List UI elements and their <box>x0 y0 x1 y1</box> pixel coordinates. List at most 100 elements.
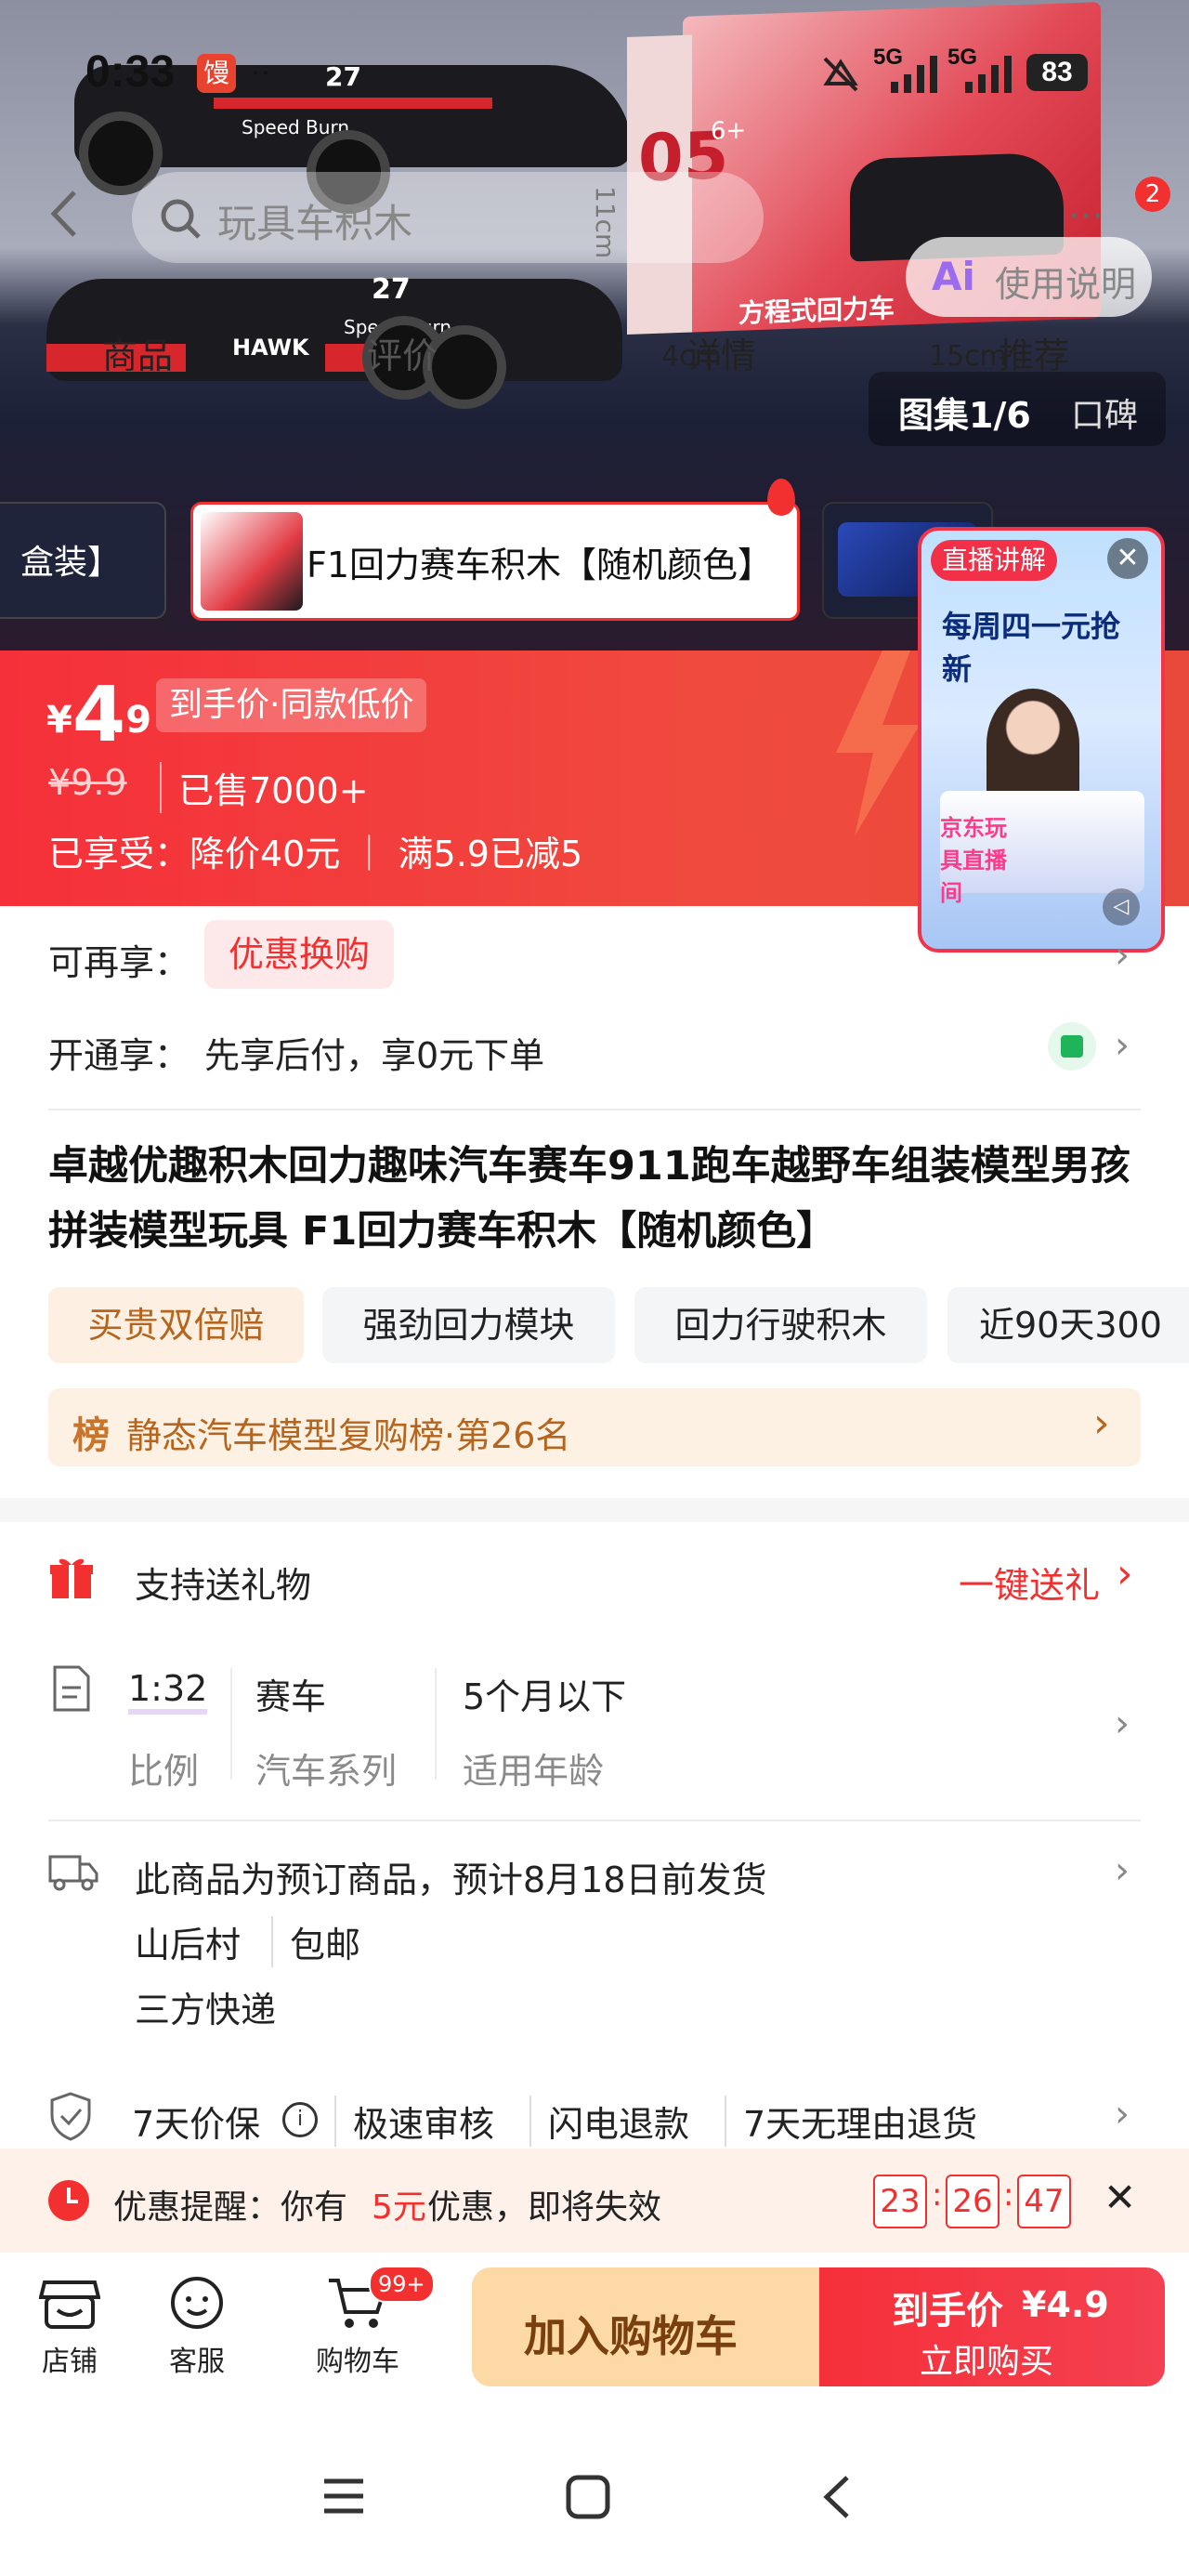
promo-paylater-text[interactable]: 先享后付，享0元下单 <box>204 1027 544 1078</box>
alert-close-icon[interactable]: ✕ <box>1104 2175 1136 2220</box>
alert-text-prefix: 优惠提醒：你有 <box>113 2188 348 2227</box>
system-nav-bar <box>0 2392 1189 2576</box>
tab-recommend[interactable]: 推荐 <box>999 327 1069 378</box>
gift-label: 支持送礼物 <box>135 1565 312 1606</box>
add-to-cart-button[interactable]: 加入购物车 <box>472 2267 819 2386</box>
countdown-seconds: 47 <box>1017 2175 1071 2228</box>
bottom-action-bar: 店铺 客服 购物车 99+ 加入购物车 到手价 ¥4.9 立即购买 <box>0 2253 1189 2392</box>
service-label: 客服 <box>169 2346 225 2378</box>
gallery-reviews-tab[interactable]: 口碑 <box>1071 388 1138 437</box>
message-badge: 2 <box>1135 177 1170 212</box>
live-close-button[interactable]: ✕ <box>1107 538 1148 579</box>
service-icon <box>171 2277 223 2329</box>
signal-icon-1 <box>891 56 937 93</box>
ranking-chevron-icon: › <box>1093 1400 1110 1447</box>
guarantee-price-protect: 7天价保 <box>132 2104 261 2145</box>
price-original: ¥9.9 <box>48 762 127 803</box>
search-bar[interactable]: 玩具车积木 <box>132 172 764 263</box>
tab-reviews[interactable]: 评价 <box>367 327 438 378</box>
cart-count-badge: 99+ <box>369 2266 435 2303</box>
back-arrow-icon <box>50 191 76 237</box>
guarantee-fast-refund: 闪电退款 <box>529 2096 689 2147</box>
customer-service-button[interactable]: 客服 <box>141 2275 253 2379</box>
variant-thumb-box[interactable]: 盒装】 <box>0 502 166 619</box>
coupon-expiry-alert[interactable]: 优惠提醒：你有 5元 优惠，即将失效 23 : 26 : 47 ✕ <box>0 2149 1189 2253</box>
live-stream-window[interactable]: 直播讲解 ✕ 每周四一元抢新 京东玩具直播间 ◁ <box>918 527 1165 953</box>
sold-count: 已售7000+ <box>160 762 369 813</box>
more-notifications-icon: ·· <box>251 54 271 87</box>
shipping-chevron-icon[interactable]: › <box>1115 1849 1130 1892</box>
promo-label-open: 开通享： <box>48 1035 190 1076</box>
ai-icon: Ai <box>932 254 975 299</box>
guarantee-7day-return: 7天无理由退货 <box>725 2096 977 2147</box>
back-nav-icon[interactable] <box>817 2474 855 2520</box>
countdown-minutes: 26 <box>946 2175 1000 2228</box>
tag-price-guarantee[interactable]: 买贵双倍赔 <box>48 1287 304 1363</box>
section-gap <box>0 1498 1189 1522</box>
car-logo-text: HAWK <box>232 335 309 361</box>
battery-indicator: 83 <box>1026 54 1088 91</box>
buy-price-label: 到手价 <box>892 2290 1003 2333</box>
discount-summary: 已享受：降价40元 ｜ 满5.9已减5 <box>48 834 583 874</box>
truck-icon <box>48 1855 98 1891</box>
price-symbol: ¥ <box>46 699 72 742</box>
mute-icon <box>823 57 858 92</box>
buy-now-button[interactable]: 到手价 ¥4.9 立即购买 <box>819 2267 1165 2386</box>
tab-product[interactable]: 商品 <box>102 327 173 378</box>
variant-label: F1回力赛车积木【随机颜色】 <box>307 545 774 585</box>
countdown-hours: 23 <box>873 2175 927 2228</box>
price-decimal: .9 <box>111 699 152 742</box>
spec-value-series: 赛车 <box>255 1676 327 1717</box>
host-avatar <box>986 689 1079 800</box>
more-menu-button[interactable]: ··· 2 <box>1068 177 1170 242</box>
app-notification-icon: 馒 <box>197 54 236 93</box>
cart-label: 购物车 <box>316 2346 399 2378</box>
spec-doc-icon <box>53 1665 90 1712</box>
shipping-free: 包邮 <box>271 1916 360 1967</box>
tag-strong-pullback[interactable]: 强劲回力模块 <box>322 1287 615 1363</box>
status-time: 0:33 <box>85 47 176 97</box>
live-mute-icon[interactable]: ◁ <box>1103 888 1140 926</box>
gallery-switch[interactable]: 图集1/6 口碑 <box>869 372 1166 446</box>
shop-button[interactable]: 店铺 <box>14 2275 125 2379</box>
status-bar: 0:33 馒 ·· 5G 5G 83 <box>0 0 1189 149</box>
recent-apps-icon[interactable] <box>320 2476 367 2517</box>
dimension-length: 15cm <box>929 340 1007 373</box>
live-headline: 每周四一元抢新 <box>942 609 1121 687</box>
promo-exchange-chip[interactable]: 优惠换购 <box>204 920 395 989</box>
tag-recent-sales[interactable]: 近90天300 <box>947 1287 1189 1363</box>
search-icon <box>161 199 201 239</box>
guarantee-fast-review: 极速审核 <box>334 2096 494 2147</box>
tab-details[interactable]: 详情 <box>686 327 756 378</box>
guarantee-chevron-icon[interactable]: › <box>1115 2093 1130 2136</box>
send-gift-button[interactable]: 一键送礼 <box>959 1557 1100 1608</box>
hot-flame-icon <box>767 479 795 516</box>
variant-thumb-selected[interactable]: F1回力赛车积木【随机颜色】 <box>190 479 800 621</box>
clock-icon <box>48 2180 89 2221</box>
buy-now-label: 立即购买 <box>920 2343 1054 2381</box>
box-title: 方程式回力车 <box>738 292 895 329</box>
alert-amount: 5元 <box>372 2188 426 2227</box>
shipping-carrier: 三方快递 <box>135 1990 277 2031</box>
ranking-banner[interactable]: 榜 静态汽车模型复购榜·第26名 › <box>48 1388 1141 1466</box>
shipping-location[interactable]: 山后村 <box>135 1916 241 1967</box>
shop-label: 店铺 <box>42 2346 98 2378</box>
more-dots-icon: ··· <box>1068 195 1104 238</box>
live-badge: 直播讲解 <box>931 540 1058 581</box>
home-icon[interactable] <box>565 2474 611 2520</box>
back-button[interactable] <box>37 181 102 256</box>
tag-pullback-blocks[interactable]: 回力行驶积木 <box>634 1287 927 1363</box>
shield-icon <box>50 2092 91 2141</box>
spec-name-series: 汽车系列 <box>255 1751 398 1792</box>
cart-button[interactable]: 购物车 99+ <box>302 2266 435 2379</box>
ai-help-button[interactable]: Ai 使用说明 <box>906 237 1152 317</box>
live-subtitle: 京东玩具直播间 <box>940 815 1007 906</box>
shopping-bag-icon <box>1048 1022 1096 1071</box>
info-icon[interactable]: i <box>282 2102 318 2137</box>
spec-name-scale: 比例 <box>128 1751 200 1792</box>
variant-image <box>201 512 303 611</box>
specs-chevron-icon[interactable]: › <box>1115 1702 1130 1745</box>
variant-label: 盒装】 <box>20 544 122 582</box>
gift-icon <box>50 1558 93 1598</box>
price-tag: 到手价·同款低价 <box>156 678 427 732</box>
